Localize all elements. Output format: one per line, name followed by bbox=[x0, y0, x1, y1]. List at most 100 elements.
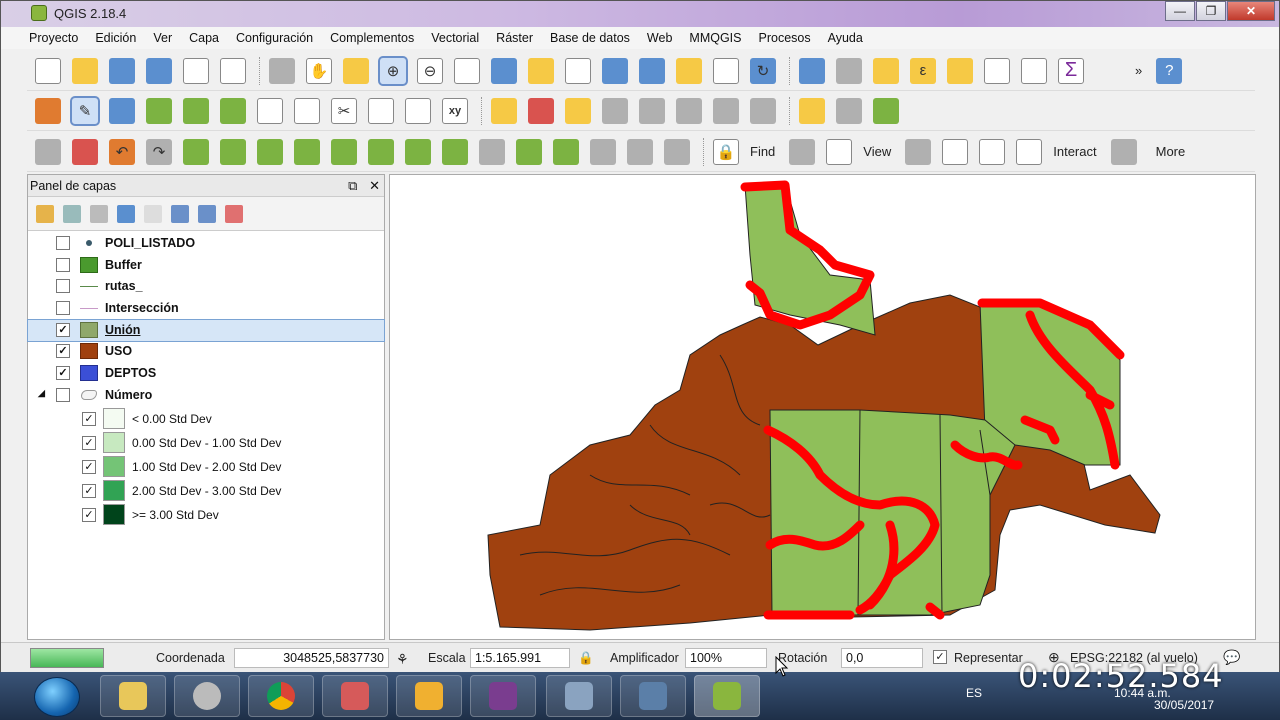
zoom-next-icon[interactable] bbox=[639, 57, 665, 84]
new-bookmark-icon[interactable] bbox=[676, 57, 702, 84]
toggle-editing-pencil-icon[interactable]: ✎ bbox=[70, 95, 100, 126]
menu-base-de-datos[interactable]: Base de datos bbox=[550, 31, 630, 45]
rotate-label-icon[interactable] bbox=[713, 97, 739, 124]
fill-ring-icon[interactable] bbox=[331, 138, 357, 165]
layer-labeling-icon[interactable] bbox=[491, 97, 517, 124]
pan-to-selection-icon[interactable] bbox=[343, 57, 369, 84]
taskbar-explorer-icon[interactable] bbox=[100, 675, 166, 717]
python-console-icon[interactable] bbox=[799, 97, 825, 124]
undo-icon[interactable]: ↶ bbox=[109, 138, 135, 165]
taskbar-document-icon[interactable] bbox=[546, 675, 612, 717]
map-canvas[interactable] bbox=[389, 174, 1256, 640]
simplify-feature-icon[interactable] bbox=[220, 138, 246, 165]
snapping-magnet-icon[interactable] bbox=[72, 138, 98, 165]
select-by-expression-icon[interactable]: ε bbox=[910, 57, 936, 84]
composer-manager-icon[interactable] bbox=[220, 57, 246, 84]
pin-icon[interactable] bbox=[942, 138, 969, 165]
zoom-native-icon[interactable] bbox=[454, 57, 480, 84]
attribute-table-icon[interactable] bbox=[984, 57, 1010, 84]
legend-class-item[interactable]: ✓ < 0.00 Std Dev bbox=[28, 407, 384, 431]
save-as-icon[interactable] bbox=[146, 57, 172, 84]
rotate-point-symbols-icon[interactable] bbox=[664, 138, 690, 165]
identify-icon[interactable] bbox=[799, 57, 825, 84]
taskbar-linux-icon[interactable] bbox=[396, 675, 462, 717]
legend-class-item[interactable]: ✓ 0.00 Std Dev - 1.00 Std Dev bbox=[28, 431, 384, 455]
messages-icon[interactable]: 💬 bbox=[1223, 649, 1240, 666]
layer-item-interseccion[interactable]: Intersección bbox=[28, 298, 384, 320]
statistics-sigma-icon[interactable]: Σ bbox=[1058, 57, 1084, 84]
legend-class-item[interactable]: ✓ >= 3.00 Std Dev bbox=[28, 503, 384, 527]
zoom-to-layer-icon[interactable] bbox=[565, 57, 591, 84]
save-project-icon[interactable] bbox=[109, 57, 135, 84]
copy-features-icon[interactable] bbox=[368, 97, 394, 124]
merge-attributes-icon[interactable] bbox=[590, 138, 616, 165]
delete-part-icon[interactable] bbox=[405, 138, 431, 165]
taskbar-chrome-icon[interactable] bbox=[248, 675, 314, 717]
layer-styling-icon[interactable] bbox=[36, 204, 54, 223]
close-button[interactable]: ✕ bbox=[1227, 1, 1275, 21]
offset-curve-icon[interactable] bbox=[479, 138, 505, 165]
profile-tool-icon[interactable] bbox=[873, 97, 899, 124]
menu-vectorial[interactable]: Vectorial bbox=[431, 31, 479, 45]
layer-visibility-checkbox[interactable] bbox=[56, 387, 70, 402]
lock-icon[interactable]: 🔒 bbox=[713, 138, 739, 165]
toolbar-overflow-button[interactable]: » bbox=[1135, 63, 1142, 78]
scale-combo[interactable]: 1:5.165.991 bbox=[470, 648, 570, 668]
layer-visibility-checkbox[interactable] bbox=[56, 279, 70, 294]
zoom-last-icon[interactable] bbox=[602, 57, 628, 84]
open-project-icon[interactable] bbox=[72, 57, 98, 84]
pin-labels-icon[interactable] bbox=[602, 97, 628, 124]
zoom-to-selection-icon[interactable] bbox=[528, 57, 554, 84]
show-hide-labels-icon[interactable] bbox=[639, 97, 665, 124]
new-project-icon[interactable] bbox=[35, 57, 61, 84]
node-tool-icon[interactable] bbox=[257, 97, 283, 124]
menu-procesos[interactable]: Procesos bbox=[759, 31, 811, 45]
layer-visibility-checkbox[interactable]: ✓ bbox=[56, 366, 70, 381]
class-visibility-checkbox[interactable]: ✓ bbox=[82, 507, 96, 522]
add-circular-string-icon[interactable] bbox=[183, 97, 209, 124]
help-icon[interactable]: ? bbox=[1156, 57, 1183, 84]
legend-class-item[interactable]: ✓ 1.00 Std Dev - 2.00 Std Dev bbox=[28, 455, 384, 479]
zoom-full-icon[interactable] bbox=[491, 57, 517, 84]
layer-item-union[interactable]: ✓ Unión bbox=[27, 318, 385, 343]
paste-features-icon[interactable] bbox=[405, 97, 431, 124]
taskbar-qgis-icon[interactable] bbox=[694, 675, 760, 717]
menu-complementos[interactable]: Complementos bbox=[330, 31, 414, 45]
tray-date[interactable]: 30/05/2017 bbox=[1154, 698, 1214, 712]
binoculars-icon[interactable] bbox=[836, 97, 862, 124]
magnifier-spinbox[interactable]: 100% bbox=[685, 648, 767, 668]
rotation-spinbox[interactable]: 0,0 bbox=[841, 648, 923, 668]
layer-item-uso[interactable]: ✓ USO bbox=[28, 341, 384, 363]
filter-expression-icon[interactable] bbox=[144, 204, 162, 223]
manage-visibility-icon[interactable] bbox=[90, 204, 108, 223]
extents-toggle-icon[interactable]: ⚘ bbox=[396, 651, 409, 668]
redo-icon[interactable]: ↷ bbox=[146, 138, 172, 165]
render-checkbox[interactable]: ✓ bbox=[933, 650, 947, 664]
touch-zoom-icon[interactable] bbox=[269, 57, 295, 84]
split-features-icon[interactable] bbox=[516, 138, 542, 165]
remove-layer-icon[interactable] bbox=[225, 204, 243, 223]
maximize-button[interactable]: ❐ bbox=[1196, 1, 1226, 21]
add-ring-icon[interactable] bbox=[257, 138, 283, 165]
layer-visibility-checkbox[interactable]: ✓ bbox=[56, 344, 70, 359]
taskbar-save-icon[interactable] bbox=[620, 675, 686, 717]
find-icon[interactable] bbox=[789, 138, 816, 165]
start-button[interactable] bbox=[34, 677, 80, 717]
menu-proyecto[interactable]: Proyecto bbox=[29, 31, 78, 45]
deselect-all-icon[interactable] bbox=[947, 57, 973, 84]
menu-edicion[interactable]: Edición bbox=[95, 31, 136, 45]
class-visibility-checkbox[interactable]: ✓ bbox=[82, 411, 96, 426]
zoom-in-icon[interactable]: ⊕ bbox=[378, 55, 408, 86]
split-parts-icon[interactable] bbox=[553, 138, 579, 165]
view-label[interactable]: View bbox=[863, 144, 891, 159]
legend-class-item[interactable]: ✓ 2.00 Std Dev - 3.00 Std Dev bbox=[28, 479, 384, 503]
field-calculator-icon[interactable] bbox=[1021, 57, 1047, 84]
interact-label[interactable]: Interact bbox=[1053, 144, 1096, 159]
layer-visibility-checkbox[interactable] bbox=[56, 236, 70, 250]
select-features-icon[interactable] bbox=[873, 57, 899, 84]
zoom-out-icon[interactable]: ⊖ bbox=[417, 57, 443, 84]
add-feature-icon[interactable] bbox=[146, 97, 172, 124]
new-print-composer-icon[interactable] bbox=[183, 57, 209, 84]
menu-capa[interactable]: Capa bbox=[189, 31, 219, 45]
enable-advanced-digitizing-icon[interactable] bbox=[35, 138, 61, 165]
